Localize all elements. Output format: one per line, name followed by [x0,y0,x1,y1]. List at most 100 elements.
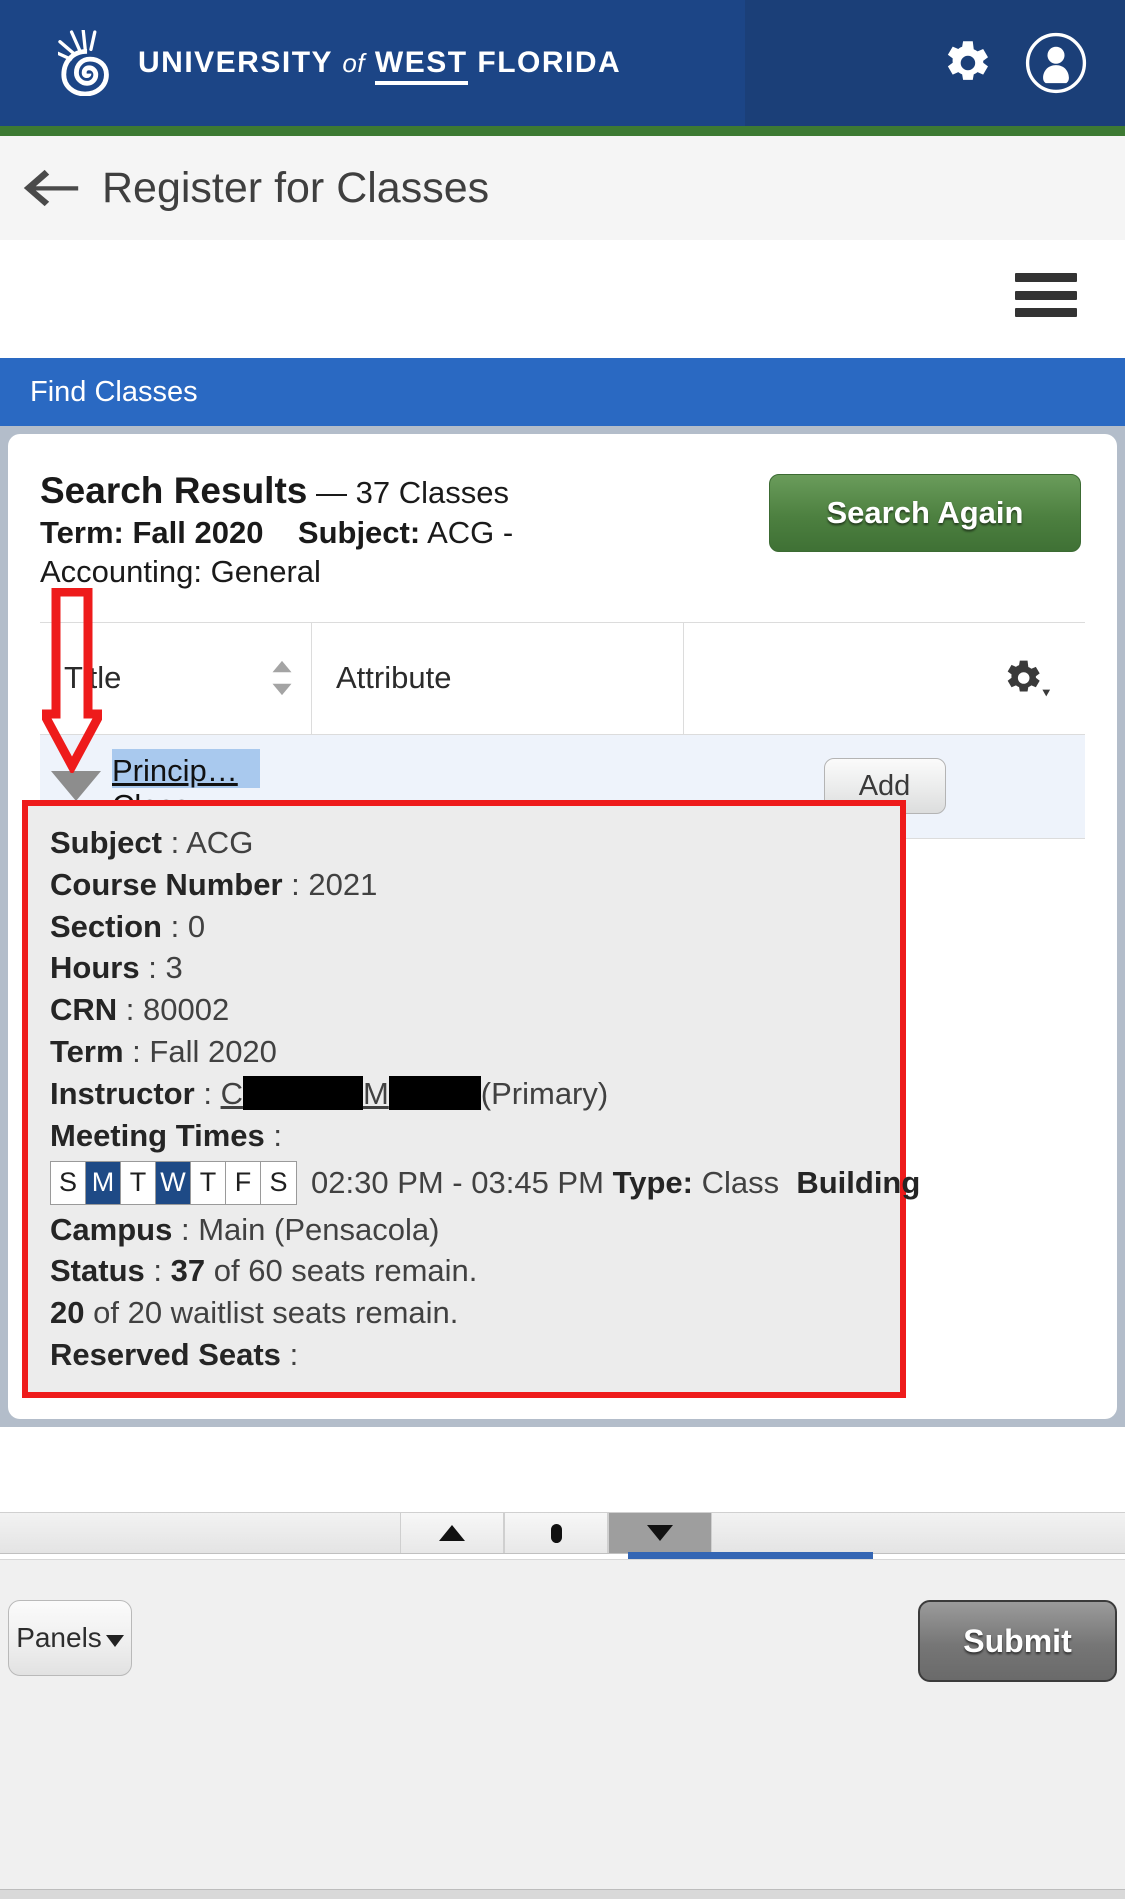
nav-right-spacer [712,1513,1125,1553]
detail-value-term: Fall 2020 [149,1034,277,1070]
app-root: UNIVERSITY of WEST FLORIDA Register for … [0,0,1125,1899]
meeting-day-thu: T [191,1161,226,1204]
column-header-title[interactable]: Title [40,622,312,734]
detail-field-section: Section : 0 [50,906,878,948]
sort-updown-icon[interactable] [269,659,295,697]
meeting-day-wed: W [156,1161,191,1204]
find-classes-bar[interactable]: Find Classes [0,358,1125,426]
user-avatar-icon[interactable] [1025,32,1087,94]
page-title-bar: Register for Classes [0,136,1125,240]
waitlist-remaining: 20 [50,1295,85,1331]
brand-logo[interactable]: UNIVERSITY of WEST FLORIDA [0,30,621,96]
detail-label-crn: CRN [50,992,118,1028]
detail-field-subject: Subject : ACG [50,822,878,864]
brand-university: UNIVERSITY [138,46,333,79]
search-results-summary: Search Results — 37 Classes Term: Fall 2… [40,468,600,592]
meeting-building-label: Building [796,1164,921,1200]
nav-scroll-mid-button[interactable] [504,1513,608,1553]
instructor-role: (Primary) [480,1075,609,1111]
detail-label-campus: Campus [50,1211,173,1247]
brand-accent-rule [0,126,1125,136]
detail-field-status: Status : 37 of 60 seats remain. [50,1250,878,1292]
nav-left-spacer [0,1513,400,1553]
find-classes-label: Find Classes [30,375,198,408]
page-title: Register for Classes [102,163,490,212]
detail-colon: : [125,992,135,1028]
panels-button[interactable]: Panels [8,1600,132,1676]
search-results-header: Search Results — 37 Classes Term: Fall 2… [40,468,1085,592]
term-label: Term: [40,515,124,551]
detail-label-course-number: Course Number [50,866,283,902]
gear-dropdown-icon[interactable] [999,653,1053,703]
detail-colon: : [153,1253,162,1289]
waitlist-text: of 20 waitlist seats remain. [93,1295,459,1331]
detail-colon: : [148,950,157,986]
meeting-day-fri: F [226,1161,261,1204]
detail-colon: : [273,1117,283,1153]
triangle-down-icon [647,1525,673,1541]
nav-scroll-up-button[interactable] [400,1513,504,1553]
back-arrow-icon[interactable] [22,166,80,210]
detail-colon: : [289,1336,299,1372]
hamburger-line [1015,290,1077,300]
footer-edge [0,1889,1125,1899]
instructor-name-link[interactable]: CM [220,1075,481,1111]
detail-field-term: Term : Fall 2020 [50,1031,878,1073]
bottom-gap [0,1452,1125,1512]
nav-scroll-down-button[interactable] [608,1513,712,1553]
status-seats-text: of 60 seats remain. [213,1253,478,1289]
detail-field-hours: Hours : 3 [50,947,878,989]
caret-down-icon [105,1635,124,1647]
meeting-day-sat: S [261,1161,296,1204]
detail-field-course-number: Course Number : 2021 [50,864,878,906]
hamburger-line [1015,308,1077,317]
detail-value-course-number: 2021 [308,866,378,902]
detail-label-subject: Subject [50,825,162,860]
meeting-days-selector: S M T W T F S [50,1160,297,1205]
column-header-title-label: Title [64,660,122,696]
detail-colon: : [170,908,180,944]
detail-label-instructor: Instructor [50,1075,195,1111]
column-header-attribute[interactable]: Attribute [312,622,684,734]
detail-value-campus: Main (Pensacola) [198,1211,440,1247]
detail-label-meeting-times: Meeting Times [50,1117,265,1153]
brand-west: WEST [374,46,468,85]
search-results-heading: Search Results [40,470,308,511]
header-actions [745,0,1125,126]
course-title-link[interactable]: Princip… [112,748,260,789]
detail-label-status: Status [50,1253,145,1289]
status-seats-remaining: 37 [170,1253,206,1289]
search-again-button[interactable]: Search Again [769,474,1081,552]
detail-label-section: Section [50,908,162,944]
gear-icon[interactable] [937,34,995,92]
hamburger-menu-icon[interactable] [1015,273,1077,317]
detail-field-meeting-times-label: Meeting Times : [50,1115,878,1157]
detail-colon: : [203,1075,212,1111]
column-header-settings[interactable] [684,623,1085,734]
detail-label-term: Term [50,1034,124,1070]
detail-field-reserved-seats: Reserved Seats : [50,1334,878,1376]
site-header: UNIVERSITY of WEST FLORIDA [0,0,1125,126]
table-header-row: Title Attribute [40,622,1085,735]
detail-colon: : [291,866,300,902]
detail-label-hours: Hours [50,950,140,986]
meeting-day-tue: T [121,1161,156,1204]
redacted-block [388,1075,481,1110]
hamburger-line [1015,273,1077,282]
triangle-up-icon [439,1525,465,1541]
submit-button[interactable]: Submit [918,1600,1117,1682]
meeting-time-range: 02:30 PM - 03:45 PM [311,1164,604,1200]
instructor-middle-initial: M [362,1075,389,1111]
row-expand-toggle[interactable] [40,771,112,802]
detail-value-section: 0 [187,908,206,944]
course-detail-panel: Subject : ACG Course Number : 2021 Secti… [22,800,920,1398]
course-detail-content: Subject : ACG Course Number : 2021 Secti… [28,822,920,1376]
panels-button-label: Panels [16,1622,102,1653]
caret-down-icon [51,771,101,802]
detail-field-crn: CRN : 80002 [50,989,878,1031]
detail-label-reserved-seats: Reserved Seats [50,1336,281,1372]
instructor-first-initial: C [220,1075,243,1111]
meeting-day-mon: M [86,1161,121,1204]
nautilus-shell-logo [58,30,109,96]
secondary-toolbar [0,240,1125,350]
